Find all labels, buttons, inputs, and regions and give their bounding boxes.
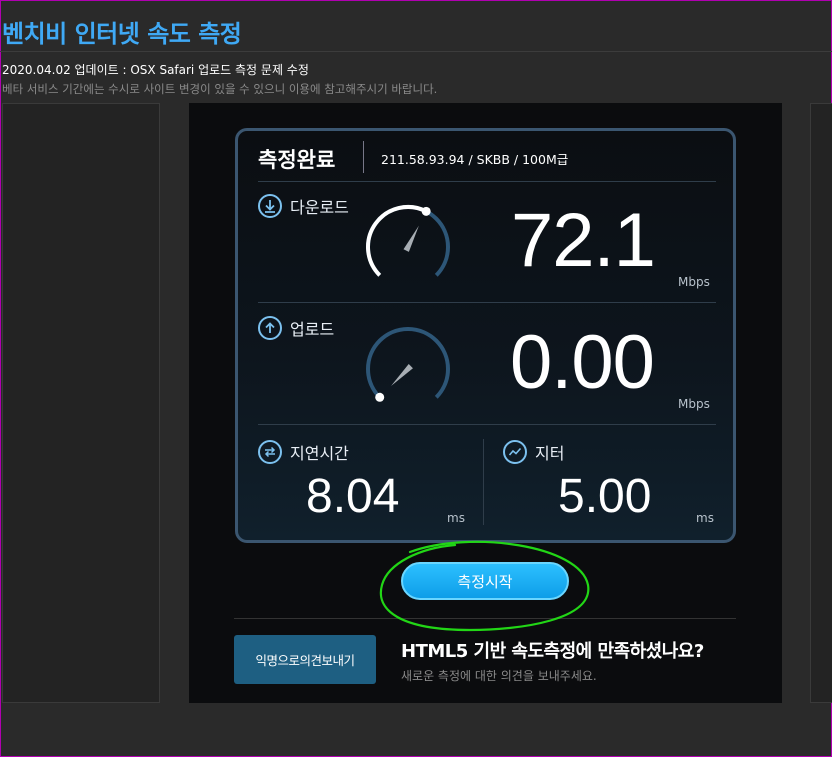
upload-gauge — [366, 327, 450, 402]
latency-label: 지연시간 — [258, 440, 349, 464]
title-divider — [0, 51, 832, 52]
download-icon — [258, 194, 282, 218]
status-label: 측정완료 — [258, 148, 336, 172]
download-label: 다운로드 — [258, 194, 349, 218]
upload-gauge-needle — [391, 364, 413, 386]
jitter-unit: ms — [696, 511, 714, 525]
left-side-panel — [2, 103, 160, 703]
download-gauge-needle — [403, 225, 419, 252]
divider — [258, 424, 716, 425]
speed-test-panel: 측정완료 211.58.93.94 / SKBB / 100M급 다운로드 72… — [189, 103, 782, 703]
upload-icon — [258, 316, 282, 340]
right-side-panel — [810, 103, 832, 703]
result-card: 측정완료 211.58.93.94 / SKBB / 100M급 다운로드 72… — [235, 128, 736, 543]
download-gauge-fill — [366, 205, 428, 277]
survey-title: HTML5 기반 속도측정에 만족하셨나요? — [401, 641, 704, 662]
jitter-label: 지터 — [503, 440, 564, 464]
download-unit: Mbps — [678, 275, 710, 289]
upload-gauge-track — [366, 327, 450, 399]
latency-unit: ms — [447, 511, 465, 525]
divider — [258, 181, 716, 182]
stats-separator — [483, 439, 484, 525]
download-value: 72.1 — [511, 198, 656, 283]
upload-gauge-dot — [375, 392, 385, 402]
panel-divider — [234, 618, 736, 619]
latency-value: 8.04 — [306, 470, 400, 523]
survey-subtitle: 새로운 측정에 대한 의견을 보내주세요. — [401, 669, 597, 683]
jitter-icon — [503, 440, 527, 464]
upload-label: 업로드 — [258, 316, 334, 340]
notice-update: 2020.04.02 업데이트 : OSX Safari 업로드 측정 문제 수… — [2, 63, 309, 77]
jitter-label-text: 지터 — [535, 444, 565, 463]
download-label-text: 다운로드 — [290, 198, 349, 217]
latency-icon — [258, 440, 282, 464]
upload-label-text: 업로드 — [290, 320, 335, 339]
page-title: 벤치비 인터넷 속도 측정 — [2, 20, 242, 48]
latency-label-text: 지연시간 — [290, 444, 349, 463]
anonymous-feedback-button[interactable]: 익명으로의견보내기 — [234, 635, 376, 684]
divider — [258, 302, 716, 303]
status-separator — [363, 141, 364, 173]
start-test-button[interactable]: 측정시작 — [401, 562, 569, 600]
notice-beta: 베타 서비스 기간에는 수시로 사이트 변경이 있을 수 있으니 이용에 참고해… — [2, 82, 438, 96]
upload-unit: Mbps — [678, 397, 710, 411]
upload-value: 0.00 — [510, 320, 655, 405]
server-info: 211.58.93.94 / SKBB / 100M급 — [381, 152, 569, 167]
download-gauge-dot — [421, 206, 431, 216]
jitter-value: 5.00 — [558, 470, 652, 523]
download-gauge — [366, 205, 450, 277]
